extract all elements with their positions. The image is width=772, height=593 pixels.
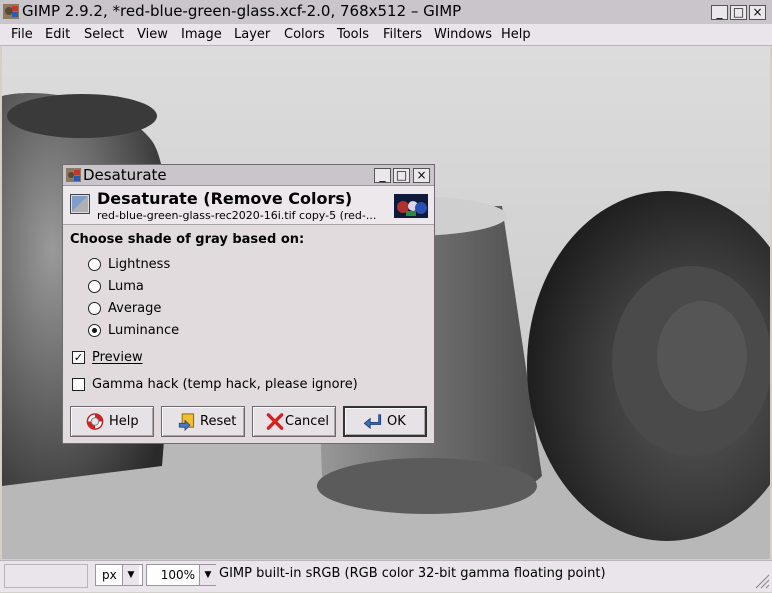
gamma-hack-label: Gamma hack (temp hack, please ignore) bbox=[92, 377, 358, 392]
pointer-coordinates bbox=[4, 564, 88, 588]
zoom-value: 100% bbox=[160, 568, 195, 582]
gamma-hack-checkbox[interactable] bbox=[72, 378, 85, 391]
menu-filters[interactable]: Filters bbox=[383, 26, 422, 43]
maximize-button[interactable]: □ bbox=[730, 5, 747, 20]
radio-lightness-label: Lightness bbox=[108, 257, 171, 272]
reset-button-label: Reset bbox=[200, 414, 237, 429]
chevron-down-icon[interactable]: ▼ bbox=[199, 565, 216, 585]
radio-average-button[interactable] bbox=[88, 302, 101, 315]
unit-value: px bbox=[102, 568, 117, 582]
dialog-minimize-button[interactable]: _ bbox=[374, 168, 391, 183]
shade-section-label: Choose shade of gray based on: bbox=[70, 232, 305, 247]
radio-luminance-label: Luminance bbox=[108, 323, 180, 338]
radio-luminance-button[interactable] bbox=[88, 324, 101, 337]
status-message: GIMP built-in sRGB (RGB color 32-bit gam… bbox=[219, 566, 606, 581]
menu-help[interactable]: Help bbox=[501, 26, 531, 43]
menu-select[interactable]: Select bbox=[84, 26, 124, 43]
menu-file[interactable]: File bbox=[11, 26, 33, 43]
dialog-heading: Desaturate (Remove Colors) bbox=[97, 189, 353, 208]
dialog-titlebar[interactable]: Desaturate _ □ × bbox=[63, 165, 434, 186]
cancel-x-icon bbox=[266, 413, 284, 430]
zoom-select[interactable]: 100% ▼ bbox=[146, 564, 216, 586]
menu-layer[interactable]: Layer bbox=[234, 26, 270, 43]
desaturate-icon bbox=[70, 194, 90, 214]
unit-select[interactable]: px ▼ bbox=[95, 564, 143, 586]
window-title: GIMP 2.9.2, *red-blue-green-glass.xcf-2.… bbox=[22, 2, 462, 20]
help-button[interactable]: Help bbox=[70, 406, 154, 437]
reset-icon bbox=[178, 413, 195, 431]
radio-lightness-button[interactable] bbox=[88, 258, 101, 271]
menu-tools[interactable]: Tools bbox=[337, 26, 369, 43]
ok-button[interactable]: OK bbox=[343, 406, 427, 437]
chevron-down-icon[interactable]: ▼ bbox=[122, 565, 139, 585]
window-titlebar[interactable]: GIMP 2.9.2, *red-blue-green-glass.xcf-2.… bbox=[0, 0, 772, 25]
desaturate-dialog: Desaturate _ □ × Desaturate (Remove Colo… bbox=[62, 164, 435, 444]
image-thumbnail bbox=[394, 194, 428, 218]
radio-average-label: Average bbox=[108, 301, 162, 316]
dialog-close-button[interactable]: × bbox=[413, 168, 430, 183]
close-button[interactable]: × bbox=[749, 5, 766, 20]
cancel-button[interactable]: Cancel bbox=[252, 406, 336, 437]
minimize-button[interactable]: _ bbox=[711, 5, 728, 20]
lifebuoy-icon bbox=[86, 413, 104, 430]
menubar: File Edit Select View Image Layer Colors… bbox=[0, 24, 772, 46]
ok-arrow-icon bbox=[363, 414, 382, 430]
dialog-maximize-button[interactable]: □ bbox=[393, 168, 410, 183]
menu-windows[interactable]: Windows bbox=[434, 26, 492, 43]
menu-colors[interactable]: Colors bbox=[284, 26, 325, 43]
resize-grip[interactable] bbox=[752, 564, 770, 589]
gimp-icon bbox=[3, 4, 19, 19]
cancel-button-label: Cancel bbox=[285, 414, 330, 429]
dialog-header: Desaturate (Remove Colors) red-blue-gree… bbox=[63, 186, 434, 225]
radio-luma-label: Luma bbox=[108, 279, 144, 294]
gimp-icon bbox=[66, 168, 81, 182]
menu-image[interactable]: Image bbox=[181, 26, 222, 43]
radio-luma-button[interactable] bbox=[88, 280, 101, 293]
dialog-subtitle: red-blue-green-glass-rec2020-16i.tif cop… bbox=[97, 209, 377, 222]
resize-grip-icon bbox=[755, 574, 770, 589]
help-button-label: Help bbox=[109, 414, 139, 429]
menu-view[interactable]: View bbox=[137, 26, 168, 43]
preview-label: Preview bbox=[92, 350, 143, 365]
menu-edit[interactable]: Edit bbox=[45, 26, 70, 43]
preview-checkbox[interactable]: ✓ bbox=[72, 351, 85, 364]
ok-button-label: OK bbox=[387, 414, 406, 429]
dialog-title: Desaturate bbox=[83, 166, 167, 184]
reset-button[interactable]: Reset bbox=[161, 406, 245, 437]
